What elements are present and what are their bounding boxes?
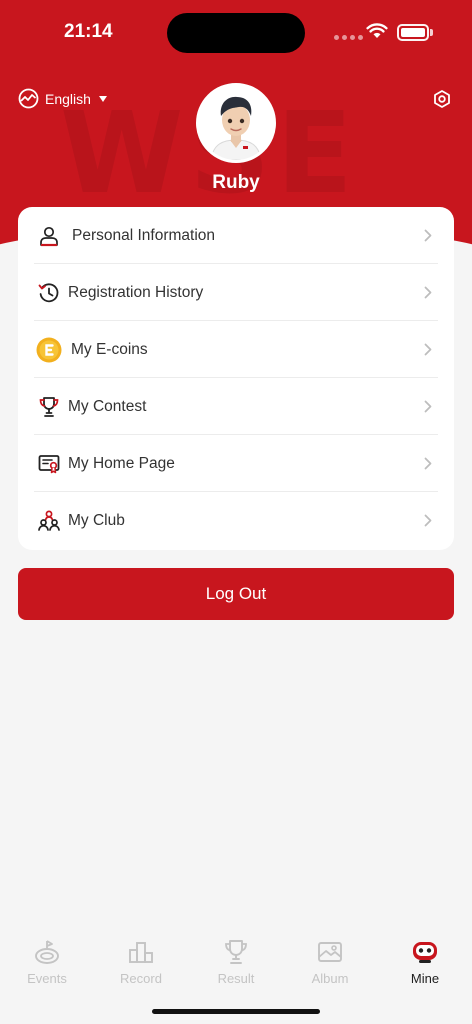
record-icon (129, 942, 153, 963)
chevron-right-icon (424, 286, 432, 299)
chevron-right-icon (424, 343, 432, 356)
caret-down-icon (98, 95, 107, 102)
album-icon (318, 942, 342, 962)
user-name: Ruby (212, 172, 260, 193)
result-icon (225, 940, 247, 964)
person-icon (36, 223, 62, 249)
tab-label: Mine (410, 971, 440, 986)
status-bar: 21:14 (0, 0, 472, 64)
tab-mine[interactable]: Mine (378, 938, 472, 986)
club-icon (36, 508, 62, 534)
menu-item-my-contest[interactable]: My Contest (34, 378, 438, 435)
ecoin-icon (36, 337, 62, 363)
tab-events[interactable]: Events (0, 938, 94, 986)
globe-icon (18, 88, 39, 109)
events-icon (35, 940, 59, 964)
menu-item-label: My Home Page (68, 454, 175, 472)
battery-icon (397, 24, 429, 41)
tab-result[interactable]: Result (189, 938, 283, 986)
certificate-icon (36, 451, 62, 477)
mine-icon (413, 942, 437, 963)
menu-item-label: My Club (68, 511, 125, 529)
history-icon (36, 280, 62, 306)
cellular-signal-icon (334, 35, 363, 40)
language-label: English (45, 90, 91, 107)
language-selector[interactable]: English (18, 88, 107, 109)
menu-item-label: Registration History (68, 283, 204, 301)
dynamic-island (167, 13, 305, 53)
menu-item-personal-information[interactable]: Personal Information (34, 207, 438, 264)
avatar[interactable] (196, 83, 276, 163)
status-time: 21:14 (64, 21, 113, 42)
trophy-icon (36, 394, 62, 420)
chevron-right-icon (424, 229, 432, 242)
chevron-right-icon (424, 457, 432, 470)
tab-label: Album (311, 971, 349, 986)
menu-item-label: My E-coins (71, 340, 148, 358)
menu-item-my-club[interactable]: My Club (34, 492, 438, 549)
menu-item-my-home-page[interactable]: My Home Page (34, 435, 438, 492)
avatar-illustration (199, 86, 273, 160)
tab-label: Record (120, 971, 162, 986)
menu-item-label: Personal Information (72, 226, 216, 244)
tab-record[interactable]: Record (94, 938, 188, 986)
menu-item-registration-history[interactable]: Registration History (34, 264, 438, 321)
settings-icon[interactable] (432, 89, 452, 109)
menu-item-label: My Contest (68, 397, 147, 415)
tab-album[interactable]: Album (283, 938, 377, 986)
profile-menu: Personal Information Registration Histor… (18, 207, 454, 550)
chevron-right-icon (424, 400, 432, 413)
tab-label: Events (27, 971, 67, 986)
menu-item-my-e-coins[interactable]: My E-coins (34, 321, 438, 378)
home-indicator (152, 1009, 320, 1014)
tab-label: Result (217, 971, 255, 986)
logout-button[interactable]: Log Out (18, 568, 454, 620)
chevron-right-icon (424, 514, 432, 527)
wifi-icon (366, 23, 388, 38)
